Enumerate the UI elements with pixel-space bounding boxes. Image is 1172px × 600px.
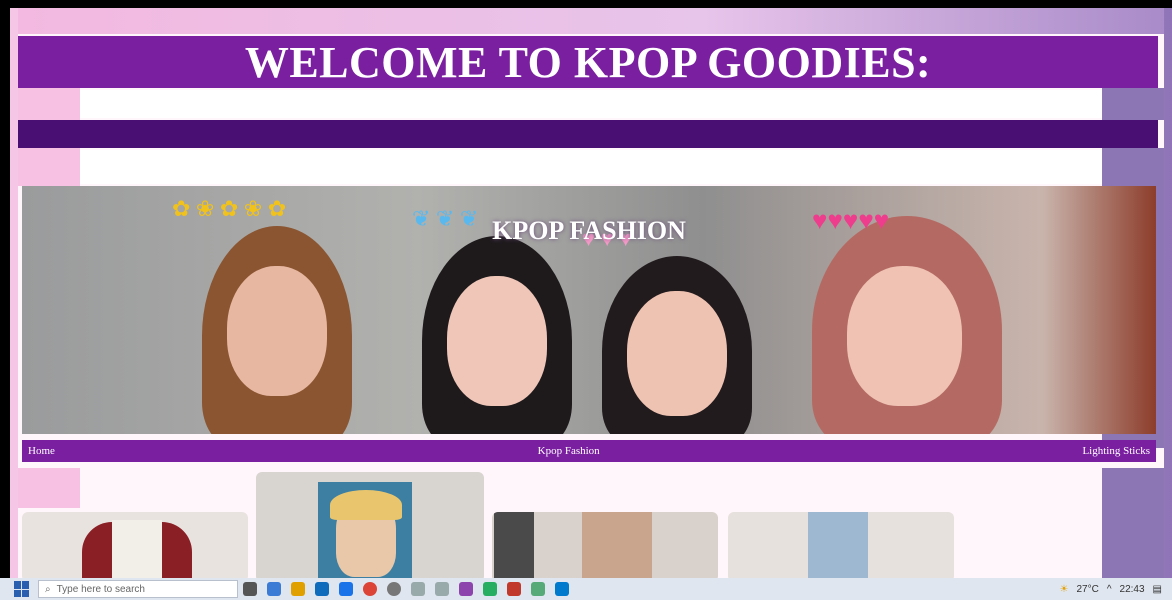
taskbar-app-icon[interactable] [267,582,281,596]
nav-link-kpop-fashion[interactable]: Kpop Fashion [538,445,600,457]
page-title: WELCOME TO KPOP GOODIES: [244,37,932,87]
face-shape [227,266,327,396]
chrome-icon[interactable] [363,582,377,596]
windows-taskbar: ⌕ Type here to search ☀ 27°C ^ 22:43 ▤ [0,578,1172,600]
product-card-image[interactable] [256,472,484,578]
taskbar-app-icon[interactable] [483,582,497,596]
nav-link-lighting-sticks[interactable]: Lighting Sticks [1082,445,1150,457]
taskbar-app-icon[interactable] [339,582,353,596]
clock-time[interactable]: 22:43 [1120,584,1145,595]
task-view-icon[interactable] [243,582,257,596]
face-shape [627,291,727,416]
temperature-label: 27°C [1076,583,1099,595]
site-header: WELCOME TO KPOP GOODIES: [18,36,1158,88]
taskbar-app-icon[interactable] [531,582,545,596]
notification-icon[interactable]: ▤ [1153,584,1162,595]
browser-viewport: WELCOME TO KPOP GOODIES: ✿ ❀ ✿ ❀ ✿ ❦ ❦ ❦… [10,8,1172,578]
dark-purple-bar [18,120,1158,148]
nav-bar: Home Kpop Fashion Lighting Sticks [22,440,1156,462]
banner-title: KPOP FASHION [492,216,686,245]
taskbar-search-box[interactable]: ⌕ Type here to search [38,580,238,598]
taskbar-app-icon[interactable] [435,582,449,596]
mail-icon[interactable] [507,582,521,596]
white-band [80,90,1102,118]
face-shape [447,276,547,406]
nav-link-home[interactable]: Home [28,445,55,457]
taskbar-app-icon[interactable] [459,582,473,596]
product-grid [18,468,1164,578]
web-page: WELCOME TO KPOP GOODIES: ✿ ❀ ✿ ❀ ✿ ❦ ❦ ❦… [18,8,1164,578]
clothing-shape [582,512,652,578]
shirt-shape [112,520,162,578]
product-card-image[interactable] [22,512,248,578]
chevron-up-icon[interactable]: ^ [1107,584,1112,595]
settings-icon[interactable] [387,582,401,596]
right-lavender-strip [1102,88,1164,120]
product-card-image[interactable] [492,512,718,578]
taskbar-app-icon[interactable] [411,582,425,596]
hero-banner-image: ✿ ❀ ✿ ❀ ✿ ❦ ❦ ❦ ♥ ♥ ♥ ♥♥♥♥♥ KPOP FASHION [22,186,1156,434]
weather-icon[interactable]: ☀ [1060,584,1069,595]
clothing-shape [808,512,868,578]
windows-start-icon[interactable] [14,581,30,597]
folder-icon[interactable] [291,582,305,596]
left-pink-strip [18,88,80,120]
search-icon: ⌕ [45,583,51,595]
left-pink-strip [18,468,80,508]
store-icon[interactable] [315,582,329,596]
left-pink-strip [18,148,80,186]
white-band [80,150,1102,184]
vscode-icon[interactable] [555,582,569,596]
product-card-image[interactable] [728,512,954,578]
face-shape [847,266,962,406]
search-placeholder: Type here to search [56,583,145,595]
system-tray: ☀ 27°C ^ 22:43 ▤ [1060,584,1172,595]
hair-shape [330,490,402,520]
clothing-shape [494,512,534,578]
top-gradient-band [18,8,1164,34]
right-lavender-strip [1102,468,1164,578]
